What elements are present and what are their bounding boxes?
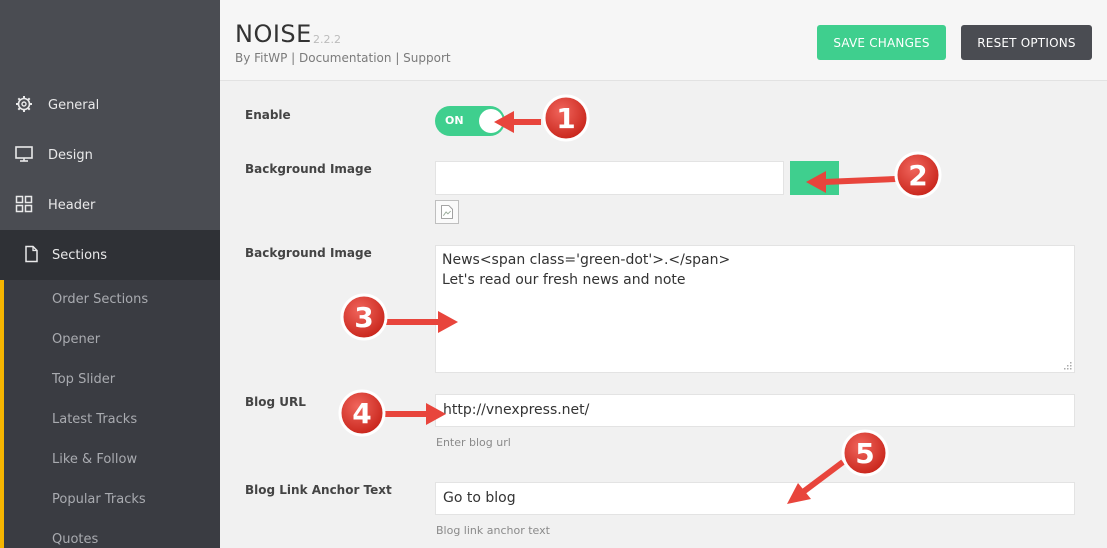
background-image-input[interactable] — [435, 161, 784, 195]
toggle-state-text: ON — [445, 114, 464, 127]
annotation-badge-3: 3 — [340, 293, 388, 341]
broken-image-icon — [441, 205, 453, 219]
sidebar: General Design Header Sections Order Sec… — [0, 0, 220, 548]
enable-label: Enable — [245, 108, 291, 122]
blog-url-label: Blog URL — [245, 395, 306, 409]
gear-icon — [16, 96, 32, 112]
badge-number: 5 — [855, 437, 874, 470]
enable-toggle[interactable]: ON — [435, 106, 505, 136]
sidebar-item-header[interactable]: Header — [0, 180, 220, 230]
sidebar-subitem-like-follow[interactable]: Like & Follow — [52, 452, 137, 467]
sidebar-subitem-order-sections[interactable]: Order Sections — [52, 292, 148, 307]
background-image-label: Background Image — [245, 162, 372, 176]
badge-number: 2 — [908, 159, 927, 192]
byline-links[interactable]: By FitWP | Documentation | Support — [235, 51, 451, 65]
image-placeholder-icon[interactable] — [435, 200, 459, 224]
sidebar-item-sections[interactable]: Sections — [0, 230, 220, 280]
sidebar-item-label: Design — [48, 147, 93, 163]
badge-number: 4 — [352, 397, 371, 430]
anchor-text-hint: Blog link anchor text — [436, 524, 550, 537]
monitor-icon — [15, 146, 33, 162]
document-icon — [25, 245, 38, 263]
blog-url-hint: Enter blog url — [436, 436, 511, 449]
textarea-line-1: News<span class='green-dot'>.</span> — [442, 252, 731, 268]
sidebar-item-general[interactable]: General — [0, 80, 220, 130]
anchor-text-label: Blog Link Anchor Text — [245, 483, 392, 497]
blog-url-input[interactable]: http://vnexpress.net/ — [435, 394, 1075, 427]
sidebar-subitem-opener[interactable]: Opener — [52, 332, 100, 347]
save-changes-button[interactable]: SAVE CHANGES — [817, 25, 946, 60]
annotation-badge-4: 4 — [338, 389, 386, 437]
sidebar-item-design[interactable]: Design — [0, 130, 220, 180]
annotation-badge-2: 2 — [894, 151, 942, 199]
sidebar-item-label: General — [48, 97, 100, 113]
toggle-knob — [479, 109, 503, 133]
sidebar-item-label: Header — [48, 197, 96, 213]
sidebar-subitem-top-slider[interactable]: Top Slider — [52, 372, 115, 387]
upload-button[interactable] — [790, 161, 839, 195]
background-text-label: Background Image — [245, 246, 372, 260]
sidebar-subitem-popular-tracks[interactable]: Popular Tracks — [52, 492, 146, 507]
sidebar-subitem-quotes[interactable]: Quotes — [52, 532, 98, 547]
badge-number: 1 — [556, 102, 575, 135]
grid-icon — [15, 195, 33, 213]
options-header: NOISE 2.2.2 By FitWP | Documentation | S… — [220, 0, 1107, 81]
annotation-badge-5: 5 — [841, 429, 889, 477]
sidebar-subitem-latest-tracks[interactable]: Latest Tracks — [52, 412, 137, 427]
sidebar-item-label: Sections — [52, 247, 108, 263]
version-label: 2.2.2 — [313, 33, 341, 46]
badge-number: 3 — [354, 301, 373, 334]
resize-handle-icon[interactable] — [1062, 360, 1072, 370]
annotation-badge-1: 1 — [542, 94, 590, 142]
anchor-text-input[interactable]: Go to blog — [435, 482, 1075, 515]
page-title: NOISE — [235, 20, 312, 48]
textarea-line-2: Let's read our fresh news and note — [442, 272, 686, 288]
reset-options-button[interactable]: RESET OPTIONS — [961, 25, 1092, 60]
